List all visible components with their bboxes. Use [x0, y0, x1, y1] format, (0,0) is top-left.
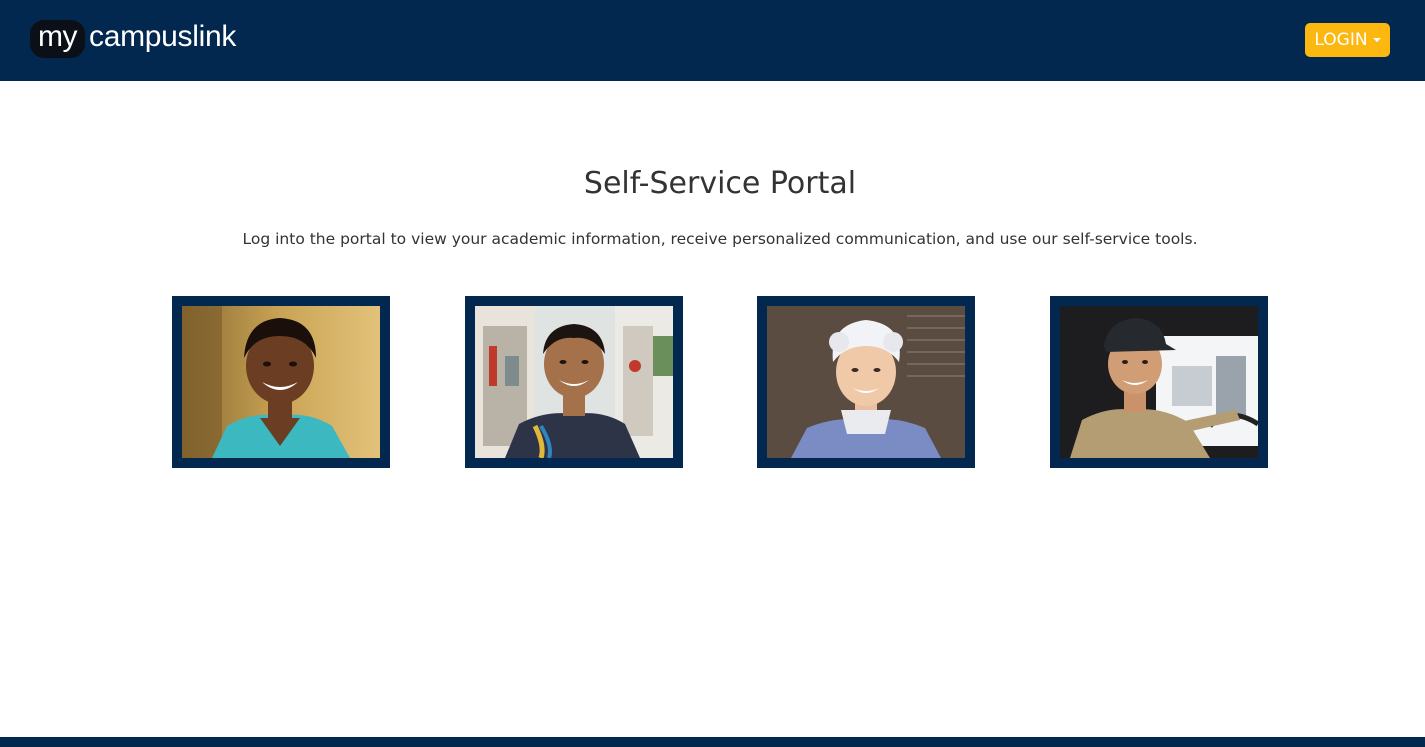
student-photo-technician [475, 306, 673, 458]
login-label: LOGIN [1314, 30, 1368, 50]
photo-card-2 [465, 296, 683, 468]
student-photo-surgical [767, 306, 965, 458]
student-photo-driver [1060, 306, 1258, 458]
caret-down-icon [1372, 38, 1381, 42]
login-dropdown-button[interactable]: LOGIN [1305, 23, 1390, 57]
logo-wordmark: campuslink [89, 20, 237, 53]
mycampuslink-logo[interactable]: my campuslink [30, 20, 236, 58]
photo-card-1 [172, 296, 390, 468]
intro-text: Log into the portal to view your academi… [242, 230, 1198, 248]
top-navbar: my campuslink LOGIN [0, 0, 1425, 81]
photo-card-4 [1050, 296, 1268, 468]
logo-prefix: my [30, 20, 85, 58]
page-footer [0, 737, 1425, 747]
student-photo-healthcare [182, 306, 380, 458]
page-title: Self-Service Portal [583, 166, 857, 201]
photo-card-3 [757, 296, 975, 468]
